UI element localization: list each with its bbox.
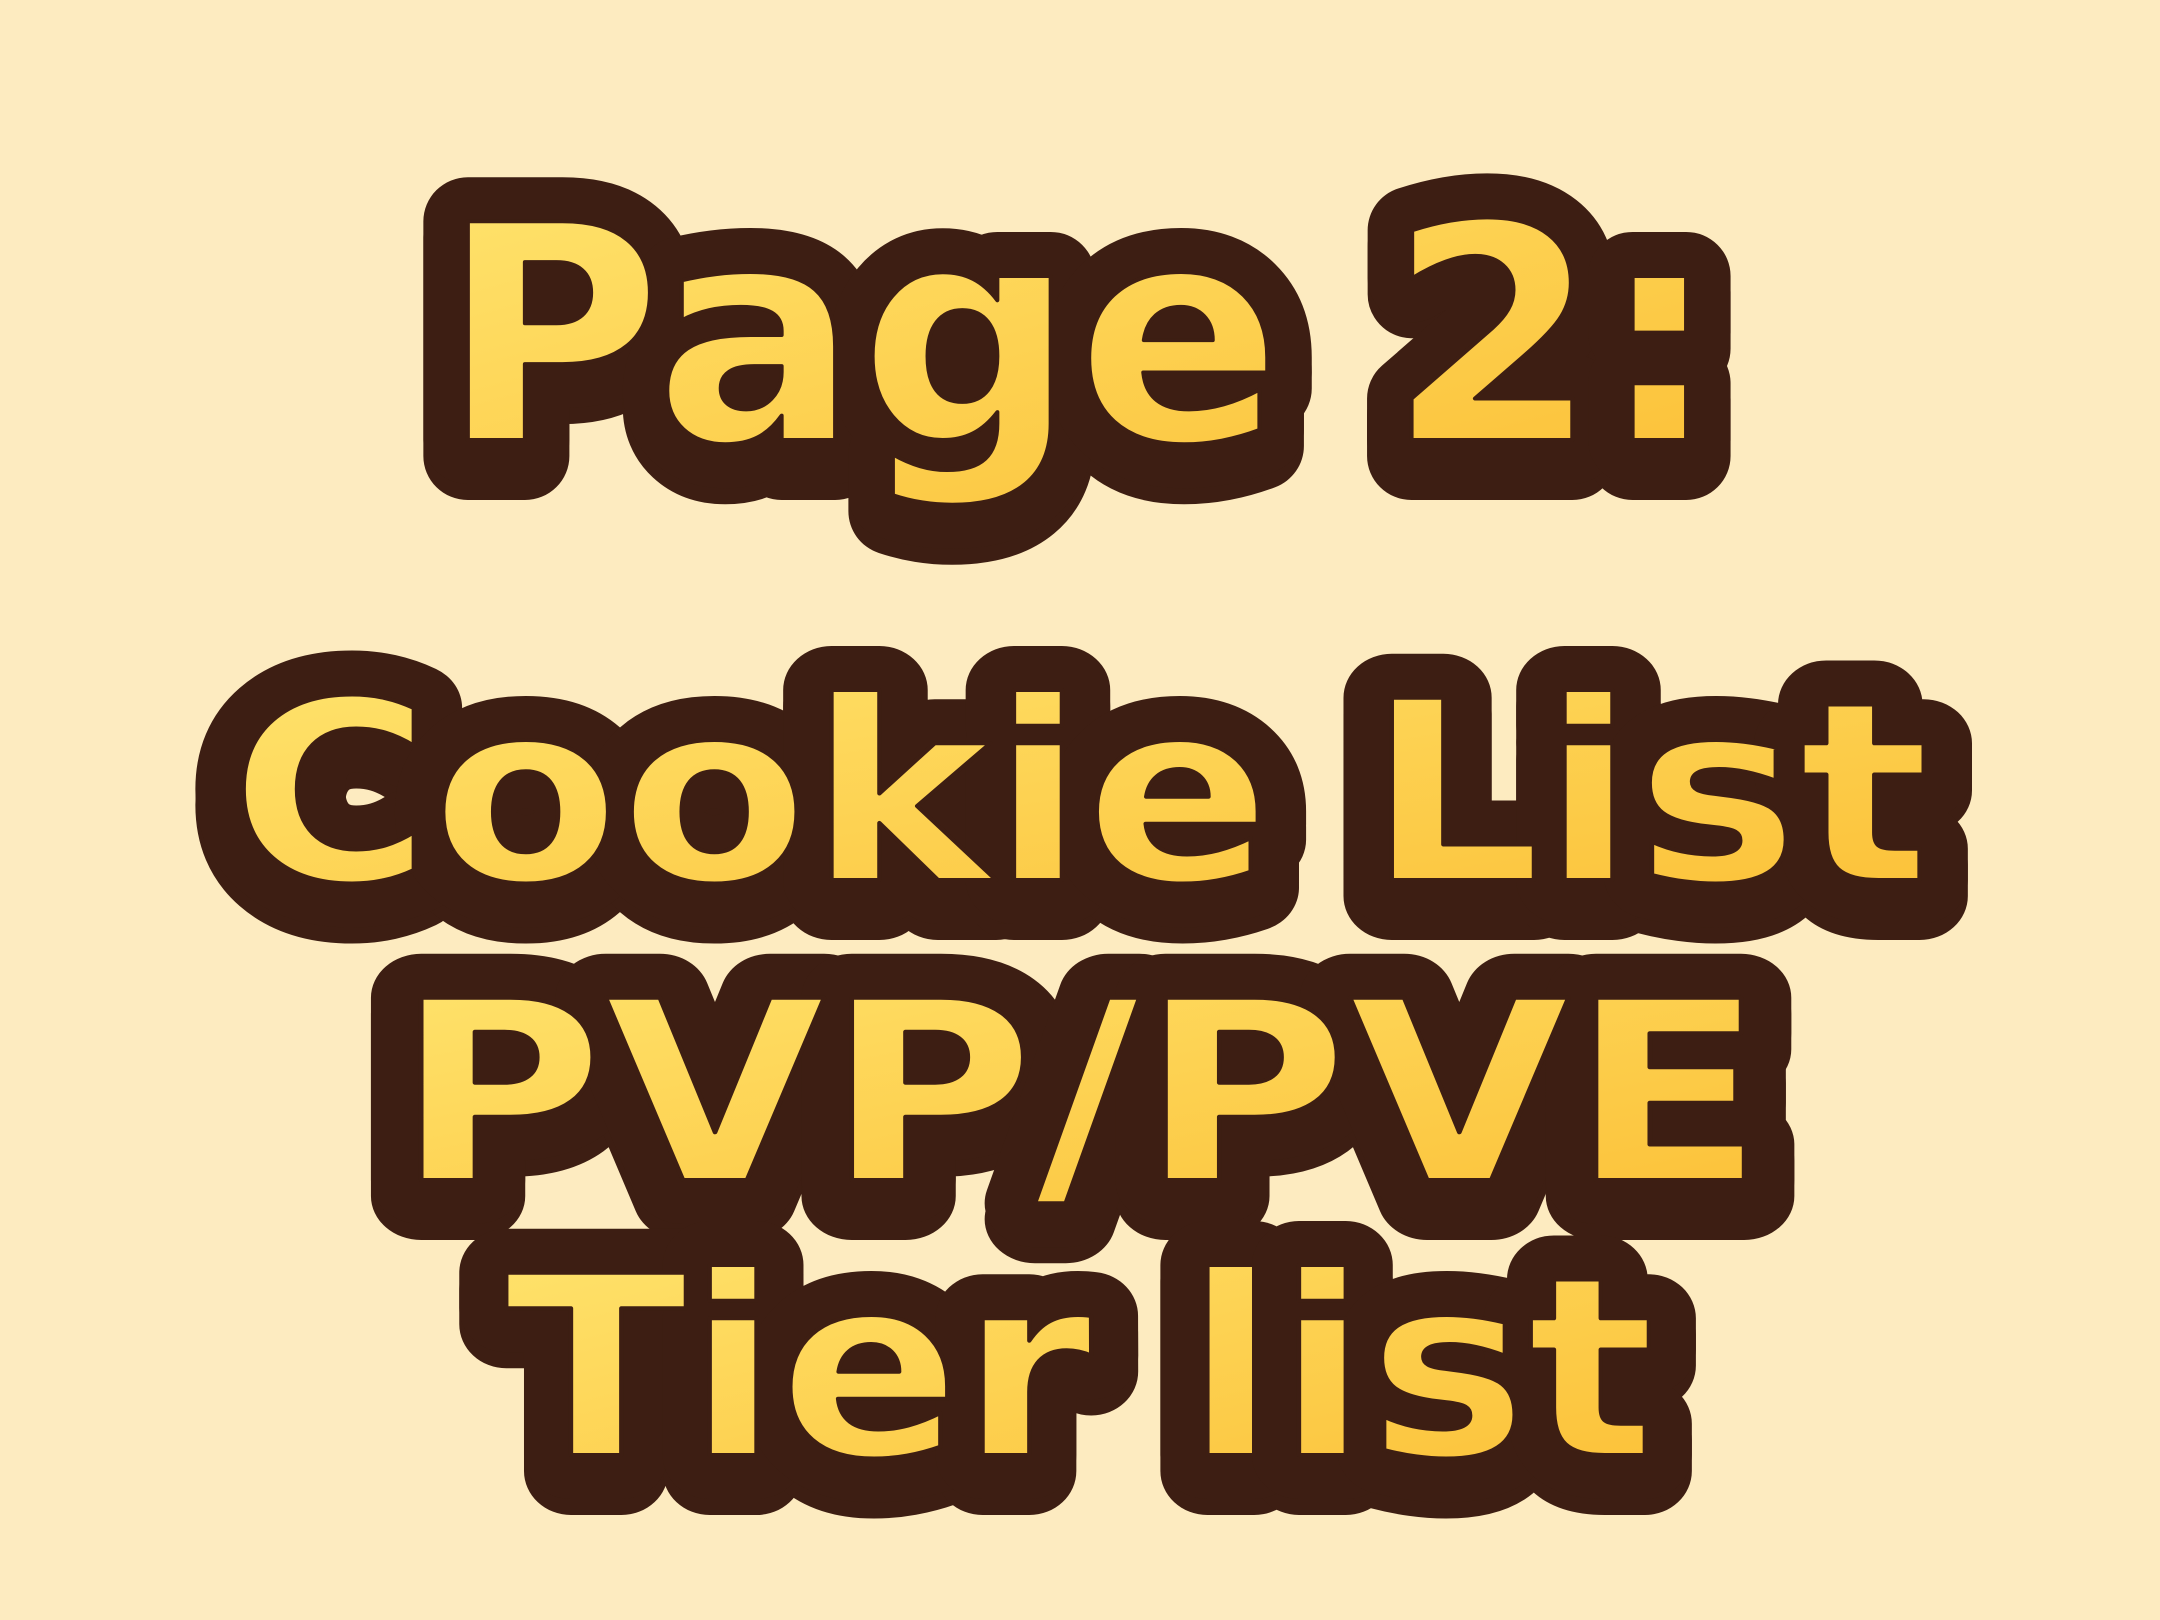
title-line-4: Tier list [505,1223,1655,1514]
title-line-3: PVP/PVE [395,948,1765,1239]
title-graphic: Page 2: Cookie List PVP/PVE Tier list Pa… [0,0,2160,1620]
title-line-2: Cookie List [230,648,1930,939]
title-text-svg: Page 2: Cookie List PVP/PVE Tier list Pa… [186,118,1974,1574]
title-line-1: Page 2: [440,162,1720,511]
